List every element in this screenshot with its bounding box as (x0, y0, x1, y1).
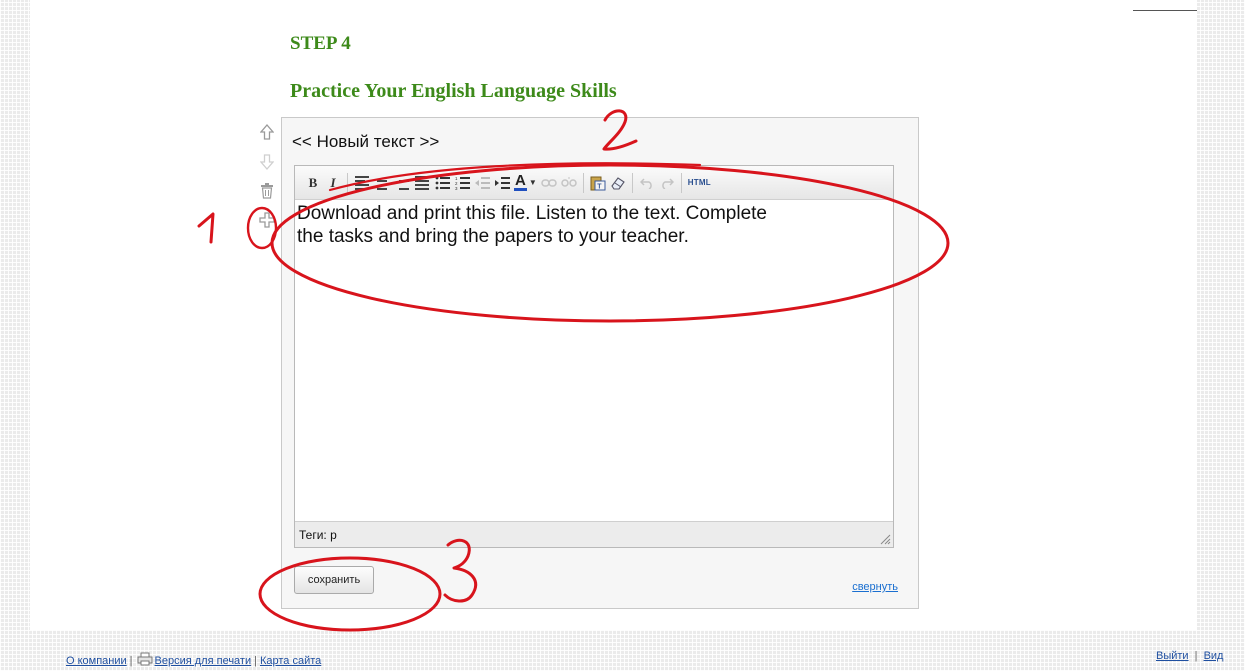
footer-link-about[interactable]: О компании (66, 655, 127, 667)
step-heading: STEP 4 (290, 33, 351, 54)
toolbar-separator (582, 172, 584, 193)
italic-button[interactable]: I (325, 173, 341, 193)
toolbar-separator (631, 172, 633, 193)
outdent-icon[interactable] (474, 173, 490, 193)
footer-separator: | (129, 654, 133, 667)
move-down-icon[interactable] (258, 153, 276, 171)
block-tools (255, 120, 279, 240)
unlink-icon[interactable] (561, 173, 577, 193)
html-source-button[interactable]: HTML (688, 173, 711, 193)
printer-icon (137, 652, 153, 669)
rich-text-editor: B I 123 A ▼ T HTML Download and print th… (294, 165, 894, 548)
footer-separator: | (1194, 650, 1198, 662)
redo-icon[interactable] (659, 173, 675, 193)
annotation-number-3: 3 (0, 0, 9, 4)
svg-text:3: 3 (455, 186, 458, 190)
footer-user-links: Выйти | Вид (1156, 650, 1223, 662)
delete-icon[interactable] (258, 182, 276, 200)
move-up-icon[interactable] (258, 123, 276, 141)
link-icon[interactable] (541, 173, 557, 193)
annotation-number-1: 1 (0, 0, 9, 4)
text-block-editor: << Новый текст >> B I 123 A ▼ T HTML Dow… (281, 117, 919, 609)
footer-link-print[interactable]: Версия для печати (155, 655, 252, 667)
annotation-number-2: 2 (0, 0, 9, 4)
clear-format-icon[interactable] (610, 173, 626, 193)
footer-links: О компании | Версия для печати | Карта с… (66, 652, 321, 669)
editor-text-area[interactable]: Download and print this file. Listen to … (295, 202, 893, 518)
section-heading: Practice Your English Language Skills (290, 80, 617, 102)
footer-link-sitemap[interactable]: Карта сайта (260, 655, 321, 667)
top-rule (1133, 10, 1197, 11)
align-justify-icon[interactable] (414, 173, 430, 193)
align-left-icon[interactable] (354, 173, 370, 193)
resize-grip-icon[interactable] (879, 533, 891, 545)
align-right-icon[interactable] (394, 173, 410, 193)
block-caption: << Новый текст >> (292, 132, 440, 151)
editor-status-bar: Теги: p (295, 521, 893, 547)
undo-icon[interactable] (639, 173, 655, 193)
collapse-link[interactable]: свернуть (852, 581, 898, 593)
tag-path: Теги: p (299, 527, 337, 542)
indent-icon[interactable] (494, 173, 510, 193)
toolbar-separator (347, 172, 348, 193)
bold-button[interactable]: B (305, 173, 321, 193)
font-color-icon[interactable]: A ▼ (514, 173, 537, 193)
bullet-list-icon[interactable] (434, 173, 450, 193)
svg-text:T: T (597, 183, 602, 190)
save-button[interactable]: сохранить (294, 566, 374, 594)
align-center-icon[interactable] (374, 173, 390, 193)
footer-separator: | (254, 654, 257, 667)
paste-text-icon[interactable]: T (590, 173, 606, 193)
view-link[interactable]: Вид (1204, 650, 1224, 662)
numbered-list-icon[interactable]: 123 (454, 173, 470, 193)
add-block-icon[interactable] (258, 211, 276, 229)
logout-link[interactable]: Выйти (1156, 650, 1189, 662)
editor-toolbar: B I 123 A ▼ T HTML (295, 166, 893, 200)
toolbar-separator (680, 172, 682, 193)
